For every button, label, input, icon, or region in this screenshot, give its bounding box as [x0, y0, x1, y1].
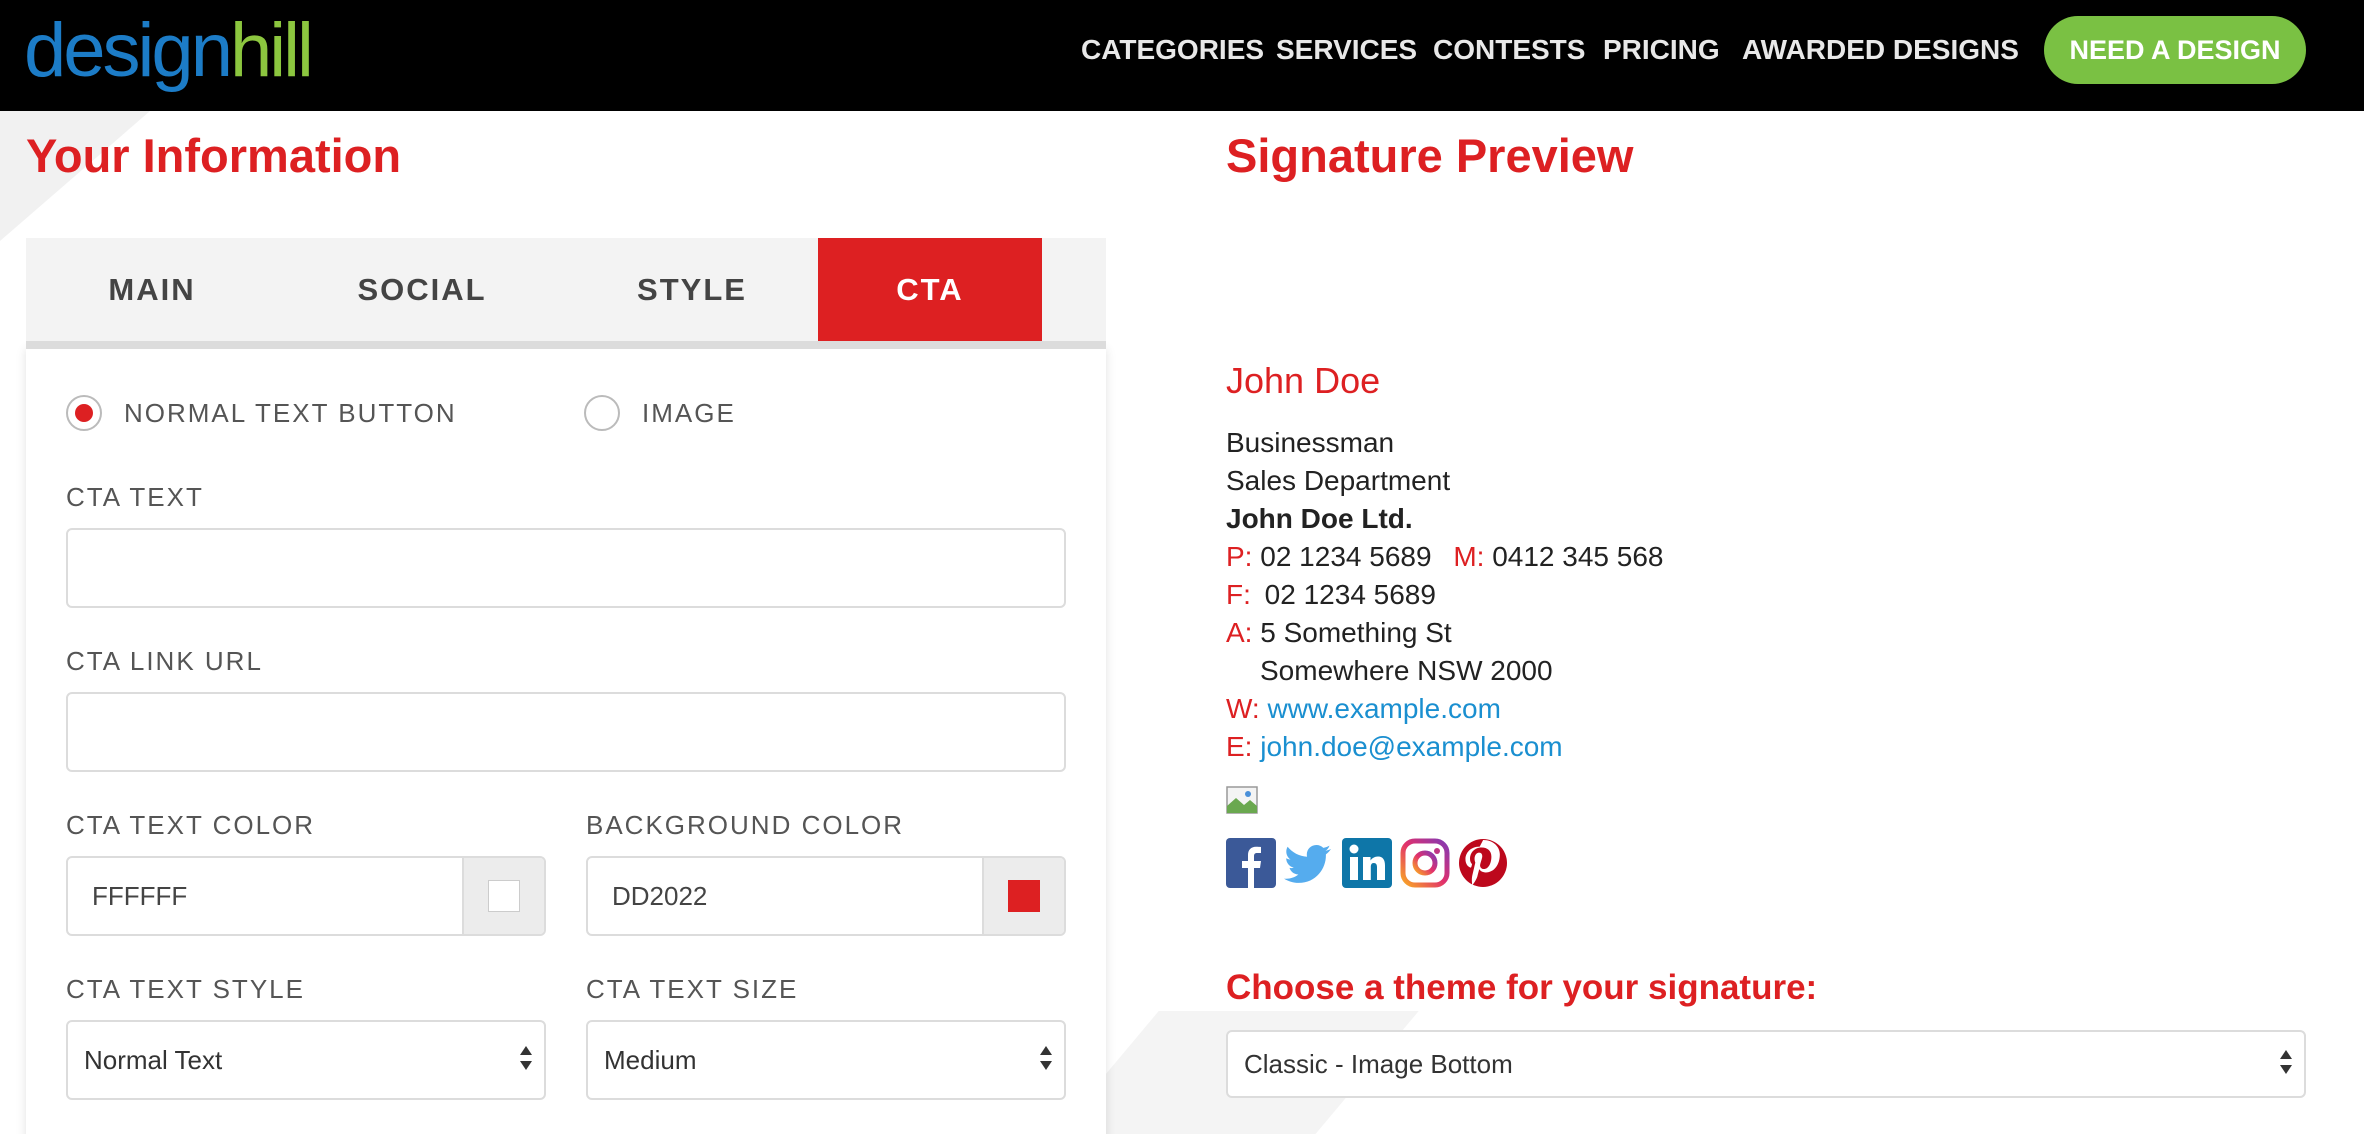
top-header: designhill CATEGORIES SERVICES CONTESTS …: [0, 0, 2364, 111]
nav-pricing[interactable]: PRICING: [1603, 34, 1720, 66]
web-key: W:: [1226, 693, 1260, 724]
select-arrows-icon: [520, 1046, 534, 1076]
cta-text-input[interactable]: [66, 528, 1066, 608]
cta-text-label: CTA TEXT: [66, 482, 204, 512]
signature-name: John Doe: [1226, 360, 1381, 401]
cta-text-size-label: CTA TEXT SIZE: [586, 974, 799, 1004]
select-arrows-icon: [2280, 1050, 2294, 1080]
tab-social[interactable]: SOCIAL: [278, 238, 566, 341]
facebook-icon[interactable]: [1226, 838, 1276, 888]
cta-text-style-label: CTA TEXT STYLE: [66, 974, 305, 1004]
background-color-field: [586, 856, 1066, 936]
cta-text-size-value: Medium: [604, 1044, 697, 1075]
radio-button-unselected[interactable]: [584, 395, 620, 431]
theme-chooser-label: Choose a theme for your signature:: [1226, 968, 1818, 1007]
phone-value: 02 1234 5689: [1260, 541, 1432, 572]
signature-email-line: E: john.doe@example.com: [1226, 728, 1663, 766]
select-arrows-icon: [1040, 1046, 1054, 1076]
fax-value: 02 1234 5689: [1264, 579, 1436, 610]
signature-fax-line: F: 02 1234 5689: [1226, 576, 1663, 614]
nav-contests[interactable]: CONTESTS: [1433, 34, 1585, 66]
email-link[interactable]: john.doe@example.com: [1260, 731, 1562, 762]
cta-text-color-input[interactable]: [68, 858, 462, 934]
radio-image-label: IMAGE: [642, 397, 736, 428]
background-color-label: BACKGROUND COLOR: [586, 810, 905, 840]
cta-link-url-label: CTA LINK URL: [66, 646, 263, 676]
signature-job-title: Businessman: [1226, 427, 1395, 458]
address-line2: Somewhere NSW 2000: [1260, 655, 1553, 686]
white-swatch: [488, 880, 520, 912]
form-tabs: MAIN SOCIAL STYLE CTA: [26, 238, 1106, 341]
need-a-design-button[interactable]: NEED A DESIGN: [2044, 16, 2306, 84]
logo-part-design: design: [24, 8, 233, 93]
cta-link-url-input[interactable]: [66, 692, 1066, 772]
web-link[interactable]: www.example.com: [1267, 693, 1500, 724]
signature-web-line: W: www.example.com: [1226, 690, 1663, 728]
signature-phone-line: P: 02 1234 5689 M: 0412 345 568: [1226, 538, 1663, 576]
radio-normal-text-button[interactable]: NORMAL TEXT BUTTON: [66, 394, 457, 432]
red-swatch: [1008, 880, 1040, 912]
signature-address-line: A: 5 Something St: [1226, 614, 1663, 652]
nav-categories[interactable]: CATEGORIES: [1081, 34, 1264, 66]
broken-image-icon: [1226, 786, 1258, 814]
address-line1: 5 Something St: [1260, 617, 1452, 648]
tab-cta[interactable]: CTA: [818, 238, 1042, 341]
mobile-value: 0412 345 568: [1492, 541, 1664, 572]
cta-text-size-select[interactable]: Medium: [586, 1020, 1066, 1100]
address-key: A:: [1226, 617, 1253, 648]
theme-select-value: Classic - Image Bottom: [1244, 1048, 1513, 1079]
instagram-icon[interactable]: [1400, 838, 1450, 888]
cta-text-style-value: Normal Text: [84, 1044, 223, 1075]
radio-image[interactable]: IMAGE: [584, 394, 736, 432]
tab-style[interactable]: STYLE: [566, 238, 818, 341]
radio-normal-label: NORMAL TEXT BUTTON: [124, 397, 457, 428]
logo-part-hill: hill: [229, 8, 314, 93]
theme-select[interactable]: Classic - Image Bottom: [1226, 1030, 2306, 1098]
radio-button-selected[interactable]: [66, 395, 102, 431]
text-color-picker-button[interactable]: [462, 858, 544, 934]
phone-key: P:: [1226, 541, 1253, 572]
tab-divider: [26, 341, 1106, 349]
twitter-icon[interactable]: [1284, 838, 1334, 888]
signature-preview: John Doe Businessman Sales Department Jo…: [1226, 360, 1663, 766]
tab-main[interactable]: MAIN: [26, 238, 278, 341]
signature-department: Sales Department: [1226, 465, 1451, 496]
nav-services[interactable]: SERVICES: [1276, 34, 1417, 66]
signature-company: John Doe Ltd.: [1226, 503, 1413, 534]
fax-key: F:: [1226, 579, 1251, 610]
cta-text-color-label: CTA TEXT COLOR: [66, 810, 316, 840]
social-icons-row: [1226, 838, 1516, 888]
mobile-key: M:: [1453, 541, 1485, 572]
background-color-input[interactable]: [588, 858, 982, 934]
email-key: E:: [1226, 731, 1253, 762]
signature-preview-title: Signature Preview: [1226, 129, 1634, 182]
bg-color-picker-button[interactable]: [982, 858, 1064, 934]
cta-text-style-select[interactable]: Normal Text: [66, 1020, 546, 1100]
linkedin-icon[interactable]: [1342, 838, 1392, 888]
pinterest-icon[interactable]: [1458, 838, 1508, 888]
nav-awarded-designs[interactable]: AWARDED DESIGNS: [1742, 34, 2019, 66]
your-information-title: Your Information: [26, 129, 402, 182]
cta-text-color-field: [66, 856, 546, 936]
designhill-logo[interactable]: designhill: [24, 8, 314, 93]
